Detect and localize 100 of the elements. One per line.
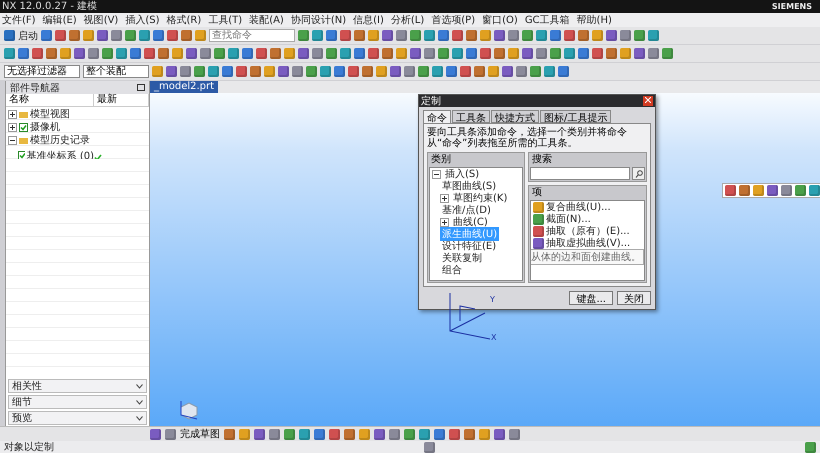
collapsible-panel[interactable]: 预览 [8, 411, 147, 425]
toolbar-tool-icon[interactable] [46, 48, 57, 59]
toolbar-tool-icon[interactable] [270, 48, 281, 59]
toolbar-tool-icon[interactable] [298, 30, 309, 41]
toolbar-tool-icon[interactable] [419, 428, 430, 440]
toolbar-tool-icon[interactable] [390, 66, 401, 77]
toolbar-tool-icon[interactable] [725, 185, 736, 196]
selection-filter-dropdown[interactable]: 无选择过滤器 [4, 65, 80, 78]
toolbar-tool-icon[interactable] [466, 30, 477, 41]
toolbar-tool-icon[interactable] [805, 442, 816, 452]
toolbar-tool-icon[interactable] [194, 66, 205, 77]
toolbar-tool-icon[interactable] [530, 66, 541, 77]
toolbar-tool-icon[interactable] [446, 66, 457, 77]
toolbar-tool-icon[interactable] [312, 48, 323, 59]
menu-item[interactable]: 文件(F) [2, 14, 36, 26]
dialog-button[interactable]: 键盘... [569, 291, 613, 305]
toolbar-tool-icon[interactable] [150, 428, 161, 440]
toolbar-tool-icon[interactable] [242, 48, 253, 59]
toolbar-tool-icon[interactable] [139, 30, 150, 41]
toolbar-tool-icon[interactable] [239, 428, 250, 440]
toolbar-tool-icon[interactable] [781, 185, 792, 196]
toolbar-tool-icon[interactable] [362, 66, 373, 77]
toolbar-tool-icon[interactable] [494, 48, 505, 59]
toolbar-tool-icon[interactable] [167, 30, 178, 41]
toolbar-tool-icon[interactable] [432, 66, 443, 77]
dialog-tab[interactable]: 工具条 [452, 110, 490, 123]
toolbar-tool-icon[interactable] [236, 66, 247, 77]
toolbar-tool-icon[interactable] [522, 48, 533, 59]
toolbar-tool-icon[interactable] [592, 48, 603, 59]
toolbar-tool-icon[interactable] [306, 66, 317, 77]
toolbar-tool-icon[interactable] [550, 30, 561, 41]
column-header[interactable]: 名称 [6, 94, 94, 106]
toolbar-tool-icon[interactable] [374, 428, 385, 440]
toolbar-tool-icon[interactable] [116, 48, 127, 59]
toolbar-tool-icon[interactable] [130, 48, 141, 59]
toolbar-tool-icon[interactable] [404, 66, 415, 77]
menu-item[interactable]: 装配(A) [249, 14, 284, 26]
toolbar-tool-icon[interactable] [648, 30, 659, 41]
category-item[interactable]: 插入(S) [443, 168, 482, 181]
toolbar-tool-icon[interactable] [298, 48, 309, 59]
collapse-icon[interactable] [8, 136, 17, 144]
toolbar-tool-icon[interactable] [466, 48, 477, 59]
toolbar-tool-icon[interactable] [418, 66, 429, 77]
toolbar-tool-icon[interactable] [340, 30, 351, 41]
toolbar-tool-icon[interactable] [536, 48, 547, 59]
toolbar-tool-icon[interactable] [228, 48, 239, 59]
toolbar-tool-icon[interactable] [334, 66, 345, 77]
toolbar-tool-icon[interactable] [767, 185, 778, 196]
toolbar-tool-icon[interactable] [449, 428, 460, 440]
toolbar-tool-icon[interactable] [578, 30, 589, 41]
toolbar-tool-icon[interactable] [200, 48, 211, 59]
toolbar-tool-icon[interactable] [753, 185, 764, 196]
toolbar-tool-icon[interactable] [434, 428, 445, 440]
category-item[interactable]: 草图曲线(S) [440, 179, 498, 193]
toolbar-tool-icon[interactable] [18, 48, 29, 59]
toolbar-tool-icon[interactable] [69, 30, 80, 41]
menu-item[interactable]: GC工具箱 [524, 14, 570, 26]
category-item[interactable]: 草图约束(K) [451, 191, 510, 205]
toolbar-tool-icon[interactable] [348, 66, 359, 77]
toolbar-tool-icon[interactable] [410, 30, 421, 41]
assembly-scope-dropdown[interactable]: 整个装配 [83, 65, 149, 78]
toolbar-tool-icon[interactable] [111, 30, 122, 41]
toolbar-tool-icon[interactable] [606, 48, 617, 59]
close-button[interactable] [643, 96, 653, 106]
toolbar-tool-icon[interactable] [494, 428, 505, 440]
menu-item[interactable]: 格式(R) [166, 14, 202, 26]
toolbar-tool-icon[interactable] [634, 30, 645, 41]
toolbar-tool-icon[interactable] [314, 428, 325, 440]
toolbar-tool-icon[interactable] [410, 48, 421, 59]
toolbar-tool-icon[interactable] [292, 66, 303, 77]
dialog-button[interactable]: 关闭 [617, 291, 651, 305]
toolbar-tool-icon[interactable] [564, 48, 575, 59]
expand-icon[interactable] [440, 218, 449, 226]
toolbar-tool-icon[interactable] [32, 48, 43, 59]
menu-item[interactable]: 窗口(O) [482, 14, 518, 26]
toolbar-tool-icon[interactable] [278, 66, 289, 77]
menu-item[interactable]: 分析(L) [390, 14, 424, 26]
toolbar-tool-icon[interactable] [88, 48, 99, 59]
toolbar-tool-icon[interactable] [222, 66, 233, 77]
expand-icon[interactable] [8, 110, 17, 118]
toolbar-tool-icon[interactable] [396, 30, 407, 41]
toolbar-tool-icon[interactable] [648, 48, 659, 59]
toolbar-tool-icon[interactable] [494, 30, 505, 41]
start-menu-label[interactable]: 启动 [18, 28, 38, 42]
toolbar-tool-icon[interactable] [329, 428, 340, 440]
menu-item[interactable]: 视图(V) [84, 14, 118, 26]
dialog-tab[interactable]: 命令 [423, 110, 451, 123]
document-tab[interactable]: _model2.prt [150, 81, 218, 93]
toolbar-tool-icon[interactable] [354, 48, 365, 59]
toolbar-tool-icon[interactable] [460, 66, 471, 77]
toolbar-tool-icon[interactable] [166, 66, 177, 77]
dialog-tab[interactable]: 快捷方式 [491, 110, 539, 123]
expand-icon[interactable] [8, 122, 17, 132]
toolbar-tool-icon[interactable] [634, 48, 645, 59]
toolbar-tool-icon[interactable] [452, 48, 463, 59]
menu-item[interactable]: 信息(I) [353, 14, 384, 26]
toolbar-tool-icon[interactable] [320, 66, 331, 77]
toolbar-tool-icon[interactable] [299, 428, 310, 440]
toolbar-tool-icon[interactable] [180, 66, 191, 77]
toolbar-tool-icon[interactable] [165, 428, 176, 440]
